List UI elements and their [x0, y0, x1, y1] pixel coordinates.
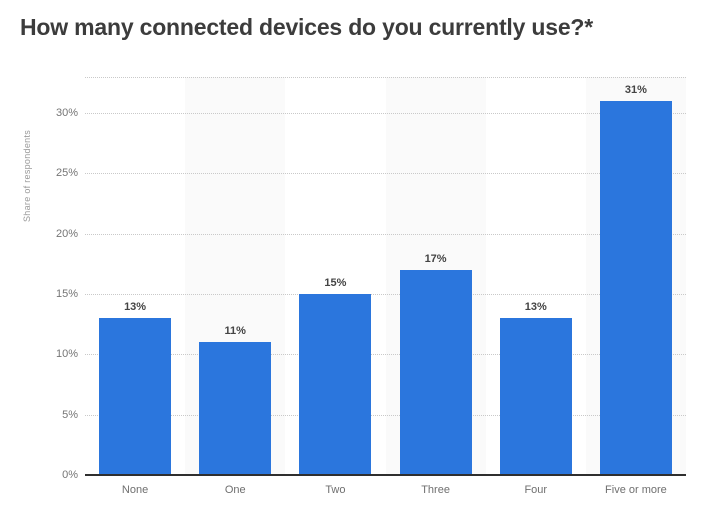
y-axis-tick-label: 15% [55, 288, 78, 301]
bar[interactable] [99, 318, 172, 475]
page-title: How many connected devices do you curren… [20, 14, 594, 40]
bar[interactable] [499, 318, 572, 475]
x-axis-tick-label: Three [421, 484, 450, 496]
bar-value-label: 17% [424, 252, 447, 265]
bar[interactable] [199, 342, 272, 475]
y-axis-tick-label: 5% [62, 408, 78, 421]
bar-value-label: 11% [224, 325, 246, 338]
bar[interactable] [299, 294, 372, 475]
x-axis-line [85, 474, 686, 476]
y-axis-tick-labels: 0% 5% 10% 15% 20% 25% 30% [28, 0, 78, 525]
bar-value-label: 13% [124, 301, 147, 314]
bar-value-label: 31% [624, 84, 647, 97]
y-axis-tick-label: 25% [55, 167, 78, 180]
y-axis-tick-label: 30% [55, 107, 78, 120]
bar[interactable] [399, 269, 472, 475]
x-axis-tick-label: One [224, 484, 246, 496]
x-axis-tick-label: Four [524, 484, 548, 496]
y-axis-tick-label: 20% [55, 227, 78, 240]
bar-group: 13% [85, 77, 185, 475]
bar-value-label: 13% [524, 301, 547, 314]
x-axis-tick-label: Two [325, 484, 346, 496]
y-axis-tick-label: 10% [55, 348, 78, 361]
x-axis-tick-label: Five or more [605, 484, 667, 496]
bar-value-label: 15% [324, 277, 347, 290]
x-axis-tick-label: None [121, 484, 149, 496]
bar-group: 15% [285, 77, 385, 475]
bar-group: 11% [185, 77, 285, 475]
bar-group: 17% [386, 77, 486, 475]
plot-area: 13% 11% 15% 17% 13% 31% [85, 77, 686, 475]
y-axis-tick-label: 0% [62, 469, 78, 481]
bar-chart: How many connected devices do you curren… [0, 0, 706, 525]
bar[interactable] [599, 101, 672, 475]
bar-group: 13% [486, 77, 586, 475]
bar-group: 31% [586, 77, 686, 475]
